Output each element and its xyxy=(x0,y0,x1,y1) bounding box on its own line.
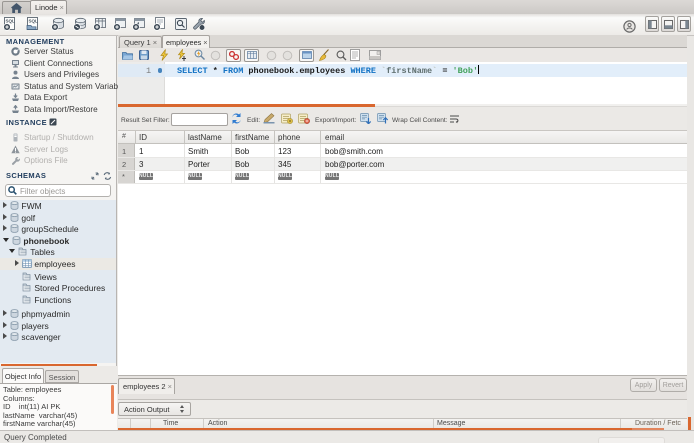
svg-text:SQL: SQL xyxy=(6,19,16,24)
svg-text:SQL: SQL xyxy=(29,19,39,24)
